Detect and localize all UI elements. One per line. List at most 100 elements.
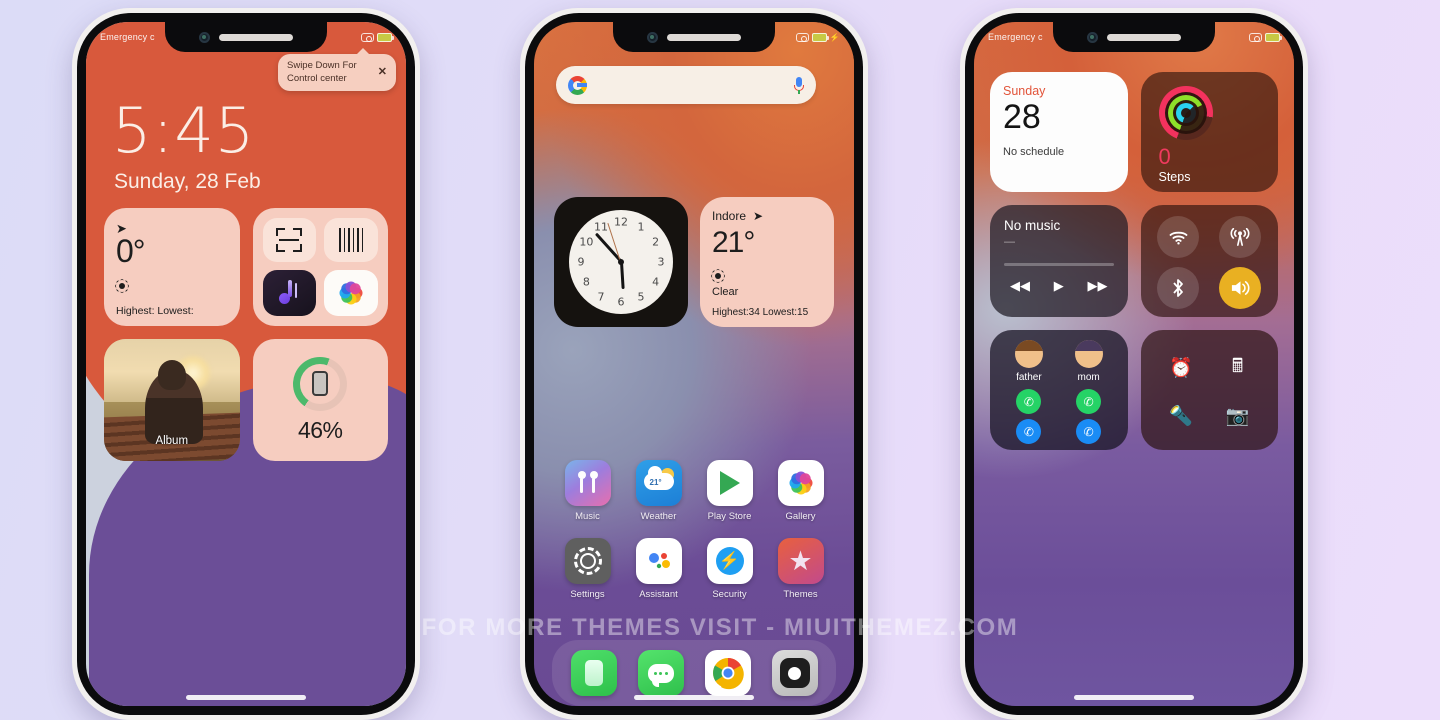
whatsapp-call-button[interactable]: ✆ — [1016, 389, 1042, 414]
battery-widget[interactable]: 46% — [252, 339, 388, 461]
play-button[interactable]: ▶ — [1054, 278, 1064, 294]
steps-value: 0 — [1158, 144, 1171, 169]
app-play-store[interactable]: Play Store — [699, 460, 761, 522]
activity-rings-icon — [1158, 86, 1213, 140]
music-app-icon[interactable] — [262, 270, 317, 316]
app-assistant[interactable]: Assistant — [628, 538, 690, 600]
weather-icon-badge: 21° — [649, 478, 662, 487]
battery-icon — [811, 32, 829, 42]
app-settings[interactable]: Settings — [557, 538, 619, 600]
calendar-schedule: No schedule — [1003, 145, 1065, 158]
clock-numeral: 9 — [577, 255, 585, 269]
app-themes[interactable]: ★ Themes — [770, 538, 832, 600]
home-indicator[interactable] — [1074, 695, 1194, 700]
clock-center-pin — [618, 259, 624, 265]
previous-track-button[interactable]: ◀◀ — [1010, 278, 1030, 294]
contact-father[interactable]: father ✆ ✆ — [1002, 340, 1056, 444]
lock-weather-high-low: Highest: Lowest: — [116, 305, 194, 317]
app-weather[interactable]: 21° Weather — [628, 460, 690, 522]
volume-toggle[interactable] — [1219, 267, 1262, 309]
status-icons: ⚡ — [795, 32, 840, 42]
front-camera-icon — [199, 31, 210, 43]
contact-mom[interactable]: mom ✆ ✆ — [1062, 340, 1116, 444]
phone-call-button[interactable]: ✆ — [1076, 419, 1102, 444]
contacts-widget: father ✆ ✆ mom ✆ ✆ — [990, 330, 1128, 450]
home-weather-widget[interactable]: Indore ➤ 21° Clear Highest:34 Lowest:15 — [700, 197, 834, 327]
flashlight-icon[interactable]: 🔦 — [1169, 404, 1193, 428]
messages-app-icon[interactable] — [637, 650, 684, 696]
display-notch — [1053, 22, 1215, 52]
calendar-day: 28 — [1003, 98, 1041, 136]
clock-numeral: 6 — [617, 295, 625, 309]
lock-weather-temperature: 0° — [116, 233, 146, 269]
app-label: Music — [575, 511, 600, 522]
control-center-tooltip[interactable]: Swipe Down For Control center ✕ — [278, 47, 396, 92]
activity-widget[interactable]: 0 Steps — [1140, 72, 1278, 192]
phone-app-icon[interactable] — [570, 650, 617, 696]
camera-icon[interactable]: 📷 — [1226, 404, 1250, 428]
status-icons — [1249, 32, 1282, 42]
wifi-toggle[interactable] — [1157, 216, 1200, 258]
calendar-widget[interactable]: Sunday 28 No schedule — [990, 72, 1128, 192]
google-assistant-icon — [635, 538, 682, 584]
analog-clock-widget[interactable]: 12 1 2 3 4 5 6 7 8 9 10 11 — [554, 197, 688, 327]
gallery-app-icon[interactable] — [324, 270, 378, 316]
weather-app-icon: 21° — [635, 460, 682, 506]
album-widget[interactable]: Album — [104, 339, 240, 461]
barcode-icon[interactable] — [324, 218, 378, 262]
lock-time: 5:45 — [112, 94, 256, 167]
app-security[interactable]: ⚡ Security — [699, 538, 761, 600]
screen-record-icon — [1249, 32, 1262, 42]
next-track-button[interactable]: ▶▶ — [1088, 278, 1108, 294]
music-player-widget[interactable]: No music — ◀◀ ▶ ▶▶ — [990, 205, 1128, 317]
sun-icon — [116, 280, 128, 292]
battery-ring — [293, 356, 348, 411]
calendar-weekday: Sunday — [1003, 84, 1046, 98]
close-icon[interactable]: ✕ — [378, 65, 387, 80]
phone-control-center: Emergency c Sunday 28 No schedule 0 Step… — [960, 8, 1308, 720]
app-label: Security — [712, 589, 747, 600]
home-indicator[interactable] — [186, 695, 306, 700]
earpiece-speaker — [219, 33, 293, 41]
security-shield-icon: ⚡ — [706, 538, 753, 584]
weather-high-low: Highest:34 Lowest:15 — [712, 307, 809, 318]
lock-shortcuts-widget — [252, 208, 388, 326]
alarm-icon[interactable]: ⏰ — [1169, 356, 1193, 380]
clock-numeral: 8 — [582, 275, 590, 289]
settings-gear-icon — [564, 538, 611, 584]
whatsapp-call-button[interactable]: ✆ — [1076, 389, 1102, 414]
home-indicator[interactable] — [634, 695, 754, 700]
clock-numeral: 3 — [657, 255, 665, 269]
lock-widget-grid: ➤ 0° Highest: Lowest: Album 46% — [104, 208, 388, 461]
battery-icon — [377, 32, 394, 42]
app-label: Play Store — [707, 511, 752, 522]
quick-toggles-widget — [1140, 205, 1278, 317]
clock-numeral: 4 — [652, 275, 660, 289]
microphone-icon[interactable] — [794, 76, 804, 94]
tooltip-text: Swipe Down For Control center — [287, 60, 357, 84]
scan-icon[interactable] — [262, 218, 317, 262]
utilities-widget: ⏰ 🖩 🔦 📷 — [1140, 330, 1278, 450]
calculator-icon[interactable]: 🖩 — [1232, 352, 1243, 384]
bluetooth-toggle[interactable] — [1157, 267, 1200, 309]
app-music[interactable]: Music — [557, 460, 619, 522]
camera-app-icon[interactable] — [771, 650, 818, 696]
front-camera-icon — [1087, 31, 1098, 43]
google-logo-icon — [568, 75, 587, 95]
clock-numeral: 10 — [579, 235, 594, 249]
google-search-bar[interactable] — [556, 66, 816, 104]
lock-screen-display: Emergency c Swipe Down For Control cente… — [86, 22, 406, 706]
hour-hand — [619, 261, 625, 290]
display-notch — [165, 22, 327, 52]
app-gallery[interactable]: Gallery — [770, 460, 832, 522]
music-progress-bar[interactable] — [1004, 263, 1114, 266]
home-widget-grid: 12 1 2 3 4 5 6 7 8 9 10 11 Indore ➤ 21° Clear Highe… — [554, 197, 834, 327]
phone-call-button[interactable]: ✆ — [1016, 419, 1042, 444]
hotspot-toggle[interactable] — [1219, 216, 1262, 258]
lock-weather-widget[interactable]: ➤ 0° Highest: Lowest: — [104, 208, 240, 326]
avatar — [1074, 340, 1103, 368]
avatar — [1014, 340, 1043, 368]
clock-numeral: 7 — [597, 290, 605, 304]
chrome-app-icon[interactable] — [704, 650, 751, 696]
earpiece-speaker — [1107, 33, 1181, 41]
